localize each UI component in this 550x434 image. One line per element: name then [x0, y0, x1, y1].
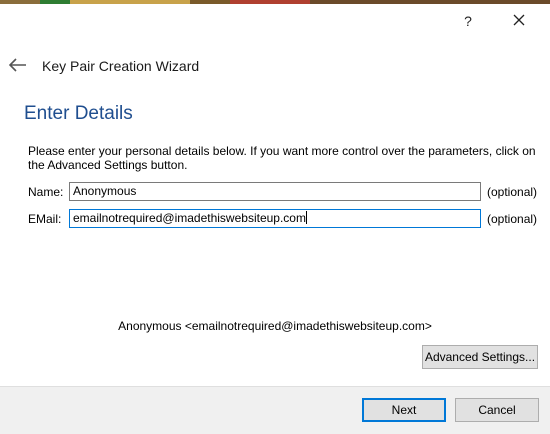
name-label: Name:	[28, 185, 64, 199]
page-heading: Enter Details	[24, 103, 133, 124]
page-description: Please enter your personal details below…	[28, 144, 536, 172]
email-label: EMail:	[28, 212, 62, 226]
wizard-title: Key Pair Creation Wizard	[42, 58, 200, 74]
close-button[interactable]	[505, 10, 533, 32]
help-button[interactable]: ?	[455, 10, 481, 32]
close-icon	[513, 14, 525, 26]
cancel-button[interactable]: Cancel	[455, 398, 539, 422]
email-input[interactable]: emailnotrequired@imadethiswebsiteup.com	[69, 209, 481, 228]
title-bar: ?	[0, 4, 550, 34]
arrow-left-icon	[8, 58, 26, 72]
email-input-value: emailnotrequired@imadethiswebsiteup.com	[73, 211, 306, 225]
back-button[interactable]	[8, 58, 27, 72]
name-optional-label: (optional)	[487, 185, 538, 199]
next-button[interactable]: Next	[362, 398, 446, 422]
name-input[interactable]: Anonymous	[69, 182, 481, 201]
identity-preview: Anonymous <emailnotrequired@imadethisweb…	[118, 319, 432, 333]
email-optional-label: (optional)	[487, 212, 538, 226]
advanced-settings-button[interactable]: Advanced Settings...	[422, 345, 538, 369]
text-caret	[305, 211, 307, 224]
name-input-value: Anonymous	[73, 184, 137, 198]
